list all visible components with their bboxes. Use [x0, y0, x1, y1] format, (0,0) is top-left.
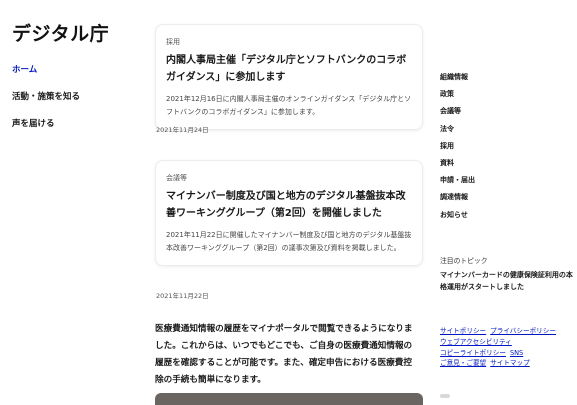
feature-body-text: 医療費通知情報の履歴をマイナポータルで閲覧できるようになりました。これからは、い… — [155, 324, 413, 385]
news-card-meeting[interactable]: 会議等 マイナンバー制度及び国と地方のデジタル基盤抜本改善ワーキンググループ（第… — [155, 160, 423, 266]
footer-link-sns[interactable]: SNS — [510, 349, 523, 357]
news-title[interactable]: マイナンバー制度及び国と地方のデジタル基盤抜本改善ワーキンググループ（第2回）を… — [166, 188, 412, 222]
site-logo[interactable]: デジタル庁 — [12, 19, 109, 46]
news-title[interactable]: 内閣人事局主催「デジタル庁とソフトバンクのコラボガイダンス」に参加します — [166, 52, 412, 86]
rightnav-item-materials[interactable]: 資料 — [440, 155, 475, 172]
rightnav-item-organization[interactable]: 組織情報 — [440, 69, 475, 86]
rightnav-item-notices[interactable]: お知らせ — [440, 207, 475, 224]
left-navigation: ホーム 活動・施策を知る 声を届ける — [12, 63, 80, 144]
footer-link-site-policy[interactable]: サイトポリシー — [440, 327, 486, 335]
news-card-recruitment[interactable]: 採用 内閣人事局主催「デジタル庁とソフトバンクのコラボガイダンス」に参加します … — [155, 24, 423, 130]
news-description: 2021年12月16日に内閣人事局主催のオンラインガイダンス「デジタル庁とソフト… — [166, 95, 412, 116]
divider — [440, 394, 450, 398]
news-date: 2021年11月22日 — [156, 292, 209, 300]
rightnav-item-policy[interactable]: 政策 — [440, 86, 475, 103]
footer-link-copyright-policy[interactable]: コピーライトポリシー — [440, 349, 506, 357]
feature-image — [155, 393, 423, 405]
footer-link-privacy-policy[interactable]: プライバシーポリシー — [490, 327, 556, 335]
news-date: 2021年11月24日 — [156, 126, 209, 134]
rightnav-item-applications[interactable]: 申請・届出 — [440, 172, 475, 189]
news-description: 2021年11月22日に開催したマイナンバー制度及び国と地方のデジタル基盤抜本改… — [166, 231, 412, 252]
rightnav-item-laws[interactable]: 法令 — [440, 121, 475, 138]
footer-link-accessibility[interactable]: ウェブアクセシビリティ — [440, 338, 512, 346]
right-navigation: 組織情報 政策 会議等 法令 採用 資料 申請・届出 調達情報 お知らせ — [440, 69, 475, 224]
footer-links: サイトポリシー プライバシーポリシー ウェブアクセシビリティ コピーライトポリシー… — [440, 326, 575, 369]
nav-item-feedback[interactable]: 声を届ける — [12, 117, 80, 129]
nav-item-activities[interactable]: 活動・施策を知る — [12, 90, 80, 102]
footer-link-feedback[interactable]: ご意見・ご要望 — [440, 359, 486, 367]
rightnav-item-meetings[interactable]: 会議等 — [440, 103, 475, 120]
nav-item-home[interactable]: ホーム — [12, 63, 80, 75]
news-category: 採用 — [166, 38, 180, 46]
rightnav-item-recruitment[interactable]: 採用 — [440, 138, 475, 155]
news-category: 会議等 — [166, 174, 187, 182]
topics-link[interactable]: マイナンバーカードの健康保険証利用の本格運用がスタートしました — [440, 270, 575, 293]
rightnav-item-procurement[interactable]: 調達情報 — [440, 189, 475, 206]
topics-heading: 注目のトピック — [440, 257, 488, 265]
footer-link-sitemap[interactable]: サイトマップ — [490, 359, 530, 367]
